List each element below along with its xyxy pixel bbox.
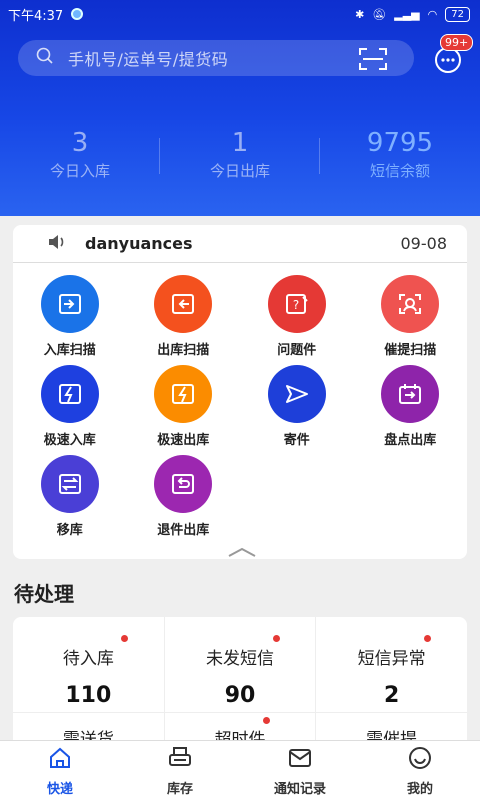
action-fast-inbound-button[interactable]: 极速入库	[13, 365, 127, 455]
message-badge: 99+	[440, 34, 474, 51]
fast-inbound-icon	[40, 365, 99, 423]
home-icon	[47, 745, 73, 775]
stat-label: 今日入库	[49, 162, 110, 180]
status-time: 下午4:37	[8, 8, 64, 24]
pending-row: 待入库 110 未发短信 90 短信异常 2	[13, 617, 467, 712]
action-send-button[interactable]: 寄件	[240, 365, 354, 455]
search-placeholder: 手机号/运单号/提货码	[68, 50, 229, 69]
action-label: 盘点出库	[384, 433, 437, 448]
stats-row: 3 今日入库 1 今日出库 9795 短信余额	[0, 128, 480, 181]
action-label: 出库扫描	[157, 343, 210, 358]
urge-pickup-icon	[381, 275, 440, 333]
stat-outbound[interactable]: 1 今日出库	[160, 128, 320, 181]
section-title: 待处理	[14, 582, 74, 606]
notice-name: danyuances	[85, 234, 193, 253]
action-fast-outbound-button[interactable]: 极速出库	[127, 365, 241, 455]
action-label: 催提扫描	[384, 343, 437, 358]
return-icon	[154, 455, 213, 513]
collapse-chevron-icon[interactable]	[227, 543, 257, 562]
inventory-out-icon	[381, 365, 440, 423]
action-label: 退件出库	[157, 523, 210, 538]
action-inventory-out-button[interactable]: 盘点出库	[354, 365, 468, 455]
action-label: 极速出库	[157, 433, 210, 448]
action-transfer-button[interactable]: 移库	[13, 455, 127, 545]
problem-item-icon: ?	[267, 275, 326, 333]
pending-label: 未发短信	[206, 649, 274, 669]
speaker-icon	[47, 233, 67, 255]
stat-value: 1	[231, 128, 249, 158]
pending-item[interactable]: 未发短信 90	[165, 617, 317, 712]
action-grid: 入库扫描 出库扫描? 问题件 催提扫描 极速入库 极速出库 寄件 盘点出库 移库 退件出库	[13, 263, 467, 545]
tab-label: 通知记录	[273, 781, 326, 797]
tab-label: 库存	[166, 781, 193, 797]
pending-label: 短信异常	[357, 649, 426, 669]
actions-card: danyuances 09-08 入库扫描 出库扫描? 问题件 催提扫描 极速入库 极速出…	[13, 225, 467, 559]
scan-icon[interactable]	[358, 47, 388, 75]
unread-dot	[424, 635, 432, 642]
send-icon	[267, 365, 326, 423]
wifi-icon: ◠	[427, 7, 438, 21]
tab-label: 我的	[406, 781, 433, 797]
action-label: 问题件	[277, 343, 317, 358]
unread-dot	[262, 717, 270, 724]
notice-bar[interactable]: danyuances 09-08	[13, 225, 467, 263]
fast-outbound-icon	[154, 365, 213, 423]
outbound-scan-icon	[154, 275, 213, 333]
stat-value: 3	[71, 128, 89, 158]
status-bar: 下午4:37 ✱ 🔕︎ ▂▃▅ ◠ 72	[0, 0, 480, 28]
search-input[interactable]: 手机号/运单号/提货码	[18, 40, 414, 76]
transfer-icon	[40, 455, 99, 513]
action-label: 入库扫描	[43, 343, 96, 358]
pending-item[interactable]: 待入库 110	[13, 617, 165, 712]
action-label: 移库	[56, 523, 83, 538]
app-notification-icon	[71, 8, 84, 20]
svg-text:?: ?	[293, 298, 299, 312]
pending-label: 待入库	[62, 649, 114, 669]
signal-icon: ▂▃▅	[394, 7, 420, 21]
pending-card: 待入库110未发短信90短信异常2 需送货超时件需催提	[13, 617, 467, 757]
bluetooth-icon: ✱	[355, 7, 365, 21]
action-problem-item-button[interactable]: ? 问题件	[240, 275, 354, 365]
mail-icon	[287, 745, 313, 775]
action-label: 寄件	[283, 433, 310, 448]
tab-home[interactable]: 快递	[0, 741, 120, 800]
battery-icon: 72	[445, 6, 470, 22]
unread-dot	[121, 635, 128, 642]
stat-label: 今日出库	[209, 162, 270, 180]
pending-item[interactable]: 短信异常 2	[316, 617, 467, 712]
stat-label: 短信余额	[369, 162, 430, 180]
printer-icon	[167, 745, 193, 775]
action-return-button[interactable]: 退件出库	[127, 455, 241, 545]
mute-icon: 🔕︎	[372, 7, 387, 21]
tab-printer[interactable]: 库存	[120, 741, 240, 800]
tab-smile[interactable]: 我的	[360, 741, 480, 800]
pending-value: 2	[384, 683, 400, 708]
search-icon	[36, 47, 54, 69]
inbound-scan-icon	[40, 275, 99, 333]
stat-inbound[interactable]: 3 今日入库	[0, 128, 160, 181]
action-label: 极速入库	[43, 433, 96, 448]
pending-value: 110	[65, 683, 112, 708]
header-banner	[0, 0, 480, 216]
notice-date: 09-08	[400, 234, 448, 253]
action-inbound-scan-button[interactable]: 入库扫描	[13, 275, 127, 365]
pending-value: 90	[224, 683, 256, 708]
bottom-tab-bar: 快递 库存 通知记录 我的	[0, 740, 480, 800]
action-outbound-scan-button[interactable]: 出库扫描	[127, 275, 241, 365]
tab-mail[interactable]: 通知记录	[240, 741, 360, 800]
tab-label: 快递	[46, 781, 73, 797]
stat-sms-balance[interactable]: 9795 短信余额	[320, 128, 480, 181]
stat-value: 9795	[366, 128, 434, 158]
unread-dot	[272, 635, 280, 642]
action-urge-pickup-button[interactable]: 催提扫描	[354, 275, 468, 365]
smile-icon	[407, 745, 433, 775]
